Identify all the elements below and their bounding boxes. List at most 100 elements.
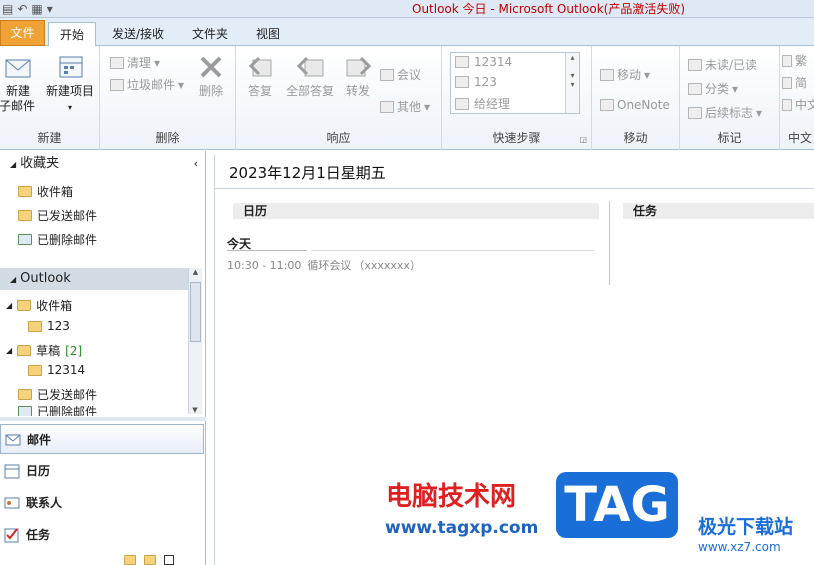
- more-label: 其他: [397, 100, 422, 114]
- module-tasks[interactable]: 任务: [0, 520, 204, 550]
- fav-inbox-label: 收件箱: [37, 185, 74, 199]
- quick-step-label: 给经理: [474, 97, 511, 111]
- tab-file[interactable]: 文件: [0, 20, 45, 46]
- configure-buttons-icon[interactable]: [164, 555, 174, 565]
- fav-inbox[interactable]: 收件箱: [18, 183, 73, 200]
- cleanup-label: 清理: [127, 56, 152, 70]
- print-icon[interactable]: ▦: [31, 1, 42, 17]
- chevron-down-icon: ▾: [732, 81, 739, 96]
- new-email-button[interactable]: 新建 电子邮件: [0, 52, 36, 114]
- group-new: 新建 电子邮件 新建项目 ▾ 新建: [0, 46, 100, 150]
- module-tasks-label: 任务: [26, 528, 51, 542]
- new-items-button[interactable]: 新建项目 ▾: [44, 52, 96, 115]
- sent-folder[interactable]: 已发送邮件: [18, 386, 97, 403]
- undo-icon[interactable]: ↶: [17, 1, 27, 17]
- delete-button[interactable]: 删除: [192, 52, 230, 99]
- folder-list-icon[interactable]: [124, 555, 136, 565]
- pane-splitter[interactable]: [0, 417, 206, 421]
- ribbon: 新建 电子邮件 新建项目 ▾ 新建 清理▾ 垃圾邮件▾ 删除 删除 答复 全部答…: [0, 46, 814, 150]
- title-bar: ▤ ↶ ▦ ▾ Outlook 今日 - Microsoft Outlook(产…: [0, 0, 814, 18]
- customize-dropdown-icon[interactable]: ▾: [47, 1, 53, 17]
- collapse-triangle-icon[interactable]: ◢: [6, 301, 12, 310]
- reply-icon: [248, 56, 272, 77]
- meeting-button[interactable]: 会议: [380, 66, 421, 83]
- move-button[interactable]: 移动 ▾: [600, 66, 650, 83]
- module-mail[interactable]: 邮件: [0, 424, 204, 454]
- favorites-header[interactable]: ◢ 收藏夹 ‹: [0, 151, 206, 177]
- fav-sent[interactable]: 已发送邮件: [18, 207, 97, 224]
- appointment-item[interactable]: 10:30 - 11:00 循环会议 （xxxxxxx）: [227, 257, 421, 273]
- folder-icon: [28, 364, 42, 376]
- traditional-button[interactable]: 繁: [782, 52, 807, 69]
- tab-send-receive[interactable]: 发送/接收: [102, 22, 174, 46]
- junk-button[interactable]: 垃圾邮件 ▾: [110, 76, 184, 93]
- cleanup-button[interactable]: 清理 ▾: [110, 54, 160, 71]
- quick-steps-gallery[interactable]: 12314 123 给经理 ▴ ▾ ▾: [450, 52, 580, 114]
- reply-label: 答复: [247, 84, 272, 98]
- traditional-label: 繁: [795, 54, 808, 68]
- convert-button[interactable]: 中文: [782, 96, 814, 113]
- tasks-section-header[interactable]: 任务: [623, 203, 814, 219]
- follow-up-button[interactable]: 后续标志 ▾: [688, 104, 762, 121]
- quick-step-item[interactable]: 12314: [455, 55, 512, 69]
- more-button[interactable]: 其他 ▾: [380, 98, 430, 115]
- sent-folder-icon: [18, 389, 32, 400]
- onenote-button[interactable]: OneNote: [600, 98, 670, 112]
- quick-access-toolbar: ▤ ↶ ▦ ▾: [0, 0, 53, 18]
- inbox-folder[interactable]: ◢ 收件箱: [6, 297, 72, 314]
- group-new-label: 新建: [37, 131, 62, 145]
- group-delete: 清理 ▾ 垃圾邮件 ▾ 删除 删除: [100, 46, 236, 150]
- simplified-button[interactable]: 简: [782, 74, 807, 91]
- traditional-icon: [782, 54, 792, 67]
- group-tags: 未读/已读 分类 ▾ 后续标志 ▾ 标记: [680, 46, 780, 150]
- send-receive-icon[interactable]: ▤: [2, 1, 13, 17]
- quick-step-item[interactable]: 123: [455, 75, 497, 89]
- module-contacts[interactable]: 联系人: [0, 488, 204, 518]
- inbox-folder-icon: [17, 300, 32, 311]
- drafts-subfolder[interactable]: 12314: [28, 363, 85, 377]
- account-header[interactable]: ◢ Outlook: [0, 268, 190, 290]
- shortcuts-icon[interactable]: [144, 555, 156, 565]
- chevron-down-icon: ▾: [424, 99, 431, 114]
- module-calendar[interactable]: 日历: [0, 456, 204, 486]
- drafts-folder[interactable]: ◢ 草稿 [2]: [6, 342, 82, 359]
- inbox-subfolder-label: 123: [47, 319, 70, 333]
- tab-folder[interactable]: 文件夹: [182, 22, 238, 46]
- folder-scrollbar[interactable]: ▲ ▼: [188, 268, 202, 414]
- reply-button[interactable]: 答复: [242, 52, 278, 99]
- categorize-button[interactable]: 分类 ▾: [688, 80, 738, 97]
- quick-step-label: 12314: [474, 55, 513, 69]
- tab-view[interactable]: 视图: [246, 22, 290, 46]
- simplified-icon: [782, 76, 792, 89]
- quick-step-item[interactable]: 给经理: [455, 95, 510, 112]
- minimize-pane-icon[interactable]: ‹: [194, 151, 198, 177]
- group-tags-label: 标记: [717, 131, 742, 145]
- group-chinese-label: 中文: [788, 131, 813, 145]
- group-respond-label: 响应: [326, 131, 351, 145]
- tab-home[interactable]: 开始: [48, 22, 96, 46]
- collapse-triangle-icon[interactable]: ◢: [10, 160, 16, 169]
- calendar-section-header[interactable]: 日历: [233, 203, 599, 219]
- meeting-icon: [380, 68, 394, 81]
- reply-all-button[interactable]: 全部答复: [282, 52, 338, 99]
- scroll-down-icon[interactable]: ▼: [189, 406, 201, 414]
- sent-label: 已发送邮件: [37, 388, 98, 402]
- collapse-triangle-icon[interactable]: ◢: [6, 346, 12, 355]
- deleted-folder[interactable]: 已删除邮件: [18, 406, 97, 416]
- scrollbar-thumb[interactable]: [190, 282, 201, 342]
- quick-steps-scrollbar[interactable]: ▴ ▾ ▾: [565, 53, 579, 113]
- forward-button[interactable]: 转发: [340, 52, 376, 99]
- simplified-label: 简: [795, 76, 808, 90]
- fav-deleted[interactable]: 已删除邮件: [18, 231, 97, 248]
- contacts-icon: [4, 497, 20, 509]
- unread-read-button[interactable]: 未读/已读: [688, 56, 757, 73]
- inbox-label: 收件箱: [36, 299, 73, 313]
- dialog-launcher-icon[interactable]: ◲: [579, 135, 587, 144]
- collapse-triangle-icon[interactable]: ◢: [10, 275, 16, 284]
- quick-step-icon: [455, 76, 469, 88]
- move-label: 移动: [617, 68, 642, 82]
- inbox-subfolder[interactable]: 123: [28, 319, 70, 333]
- scroll-up-icon[interactable]: ▲: [189, 268, 202, 276]
- mail-icon: [5, 434, 21, 446]
- favorites-label: 收藏夹: [20, 156, 60, 171]
